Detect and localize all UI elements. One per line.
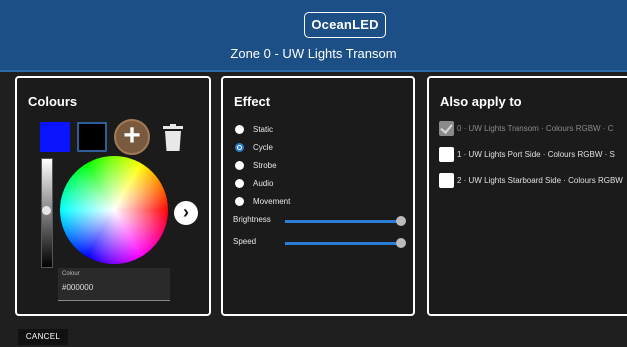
effect-panel: Effect Static Cycle Strobe Audio Movemen… — [221, 76, 415, 316]
speed-slider-row: Speed — [233, 237, 409, 249]
brightness-slider[interactable] — [285, 220, 401, 223]
brightness-slider-row: Brightness — [233, 215, 409, 227]
effect-option-label: Movement — [253, 196, 291, 206]
apply-item-1[interactable]: 1 · UW Lights Port Side · Colours RGBW ·… — [439, 146, 615, 162]
plus-icon: + — [123, 119, 141, 152]
speed-slider[interactable] — [285, 242, 401, 245]
also-apply-title: Also apply to — [440, 94, 522, 109]
swatch-black-selected[interactable] — [77, 122, 107, 152]
effect-option-strobe[interactable]: Strobe — [235, 158, 277, 172]
checkbox[interactable] — [439, 146, 454, 162]
brightness-label: Brightness — [233, 215, 271, 224]
apply-item-2[interactable]: 2 · UW Lights Starboard Side · Colours R… — [439, 172, 623, 188]
speed-label: Speed — [233, 237, 257, 246]
effect-option-movement[interactable]: Movement — [235, 194, 290, 208]
checkbox[interactable] — [439, 172, 454, 188]
add-colour-button[interactable]: + — [114, 119, 150, 155]
apply-item-0: 0 · UW Lights Transom · Colours RGBW · C — [439, 120, 613, 136]
colours-panel: Colours + › Colour #000000 — [15, 76, 211, 316]
effect-option-audio[interactable]: Audio — [235, 176, 273, 190]
cancel-button[interactable]: CANCEL — [18, 329, 68, 345]
effect-option-label: Audio — [253, 178, 274, 188]
apply-item-label: 1 · UW Lights Port Side · Colours RGBW ·… — [457, 149, 615, 159]
brightness-slider-knob[interactable] — [396, 216, 406, 226]
radio-button[interactable] — [235, 124, 244, 134]
effect-option-label: Cycle — [253, 142, 274, 152]
colour-hex-field[interactable]: Colour #000000 — [58, 268, 170, 301]
checkbox-checked-disabled — [439, 120, 454, 136]
trash-icon[interactable] — [162, 124, 184, 152]
colour-field-label: Colour — [62, 271, 80, 277]
zone-title: Zone 0 - UW Lights Transom — [230, 46, 397, 61]
header-bar: OceanLED Zone 0 - UW Lights Transom — [0, 0, 627, 72]
radio-button[interactable] — [235, 178, 244, 188]
apply-item-label: 2 · UW Lights Starboard Side · Colours R… — [457, 175, 623, 185]
colour-field-value[interactable]: #000000 — [62, 283, 93, 292]
speed-slider-knob[interactable] — [396, 238, 406, 248]
radio-button[interactable] — [235, 196, 244, 206]
colour-wheel[interactable] — [60, 156, 168, 264]
effect-option-cycle[interactable]: Cycle — [235, 140, 273, 154]
effect-option-label: Strobe — [253, 160, 277, 170]
effect-option-label: Static — [253, 124, 274, 134]
oceanled-logo: OceanLED — [304, 12, 386, 38]
vertical-slider-knob[interactable] — [42, 206, 51, 215]
effect-title: Effect — [234, 94, 271, 109]
radio-button-selected[interactable] — [235, 142, 244, 152]
also-apply-panel: Also apply to 0 · UW Lights Transom · Co… — [427, 76, 627, 316]
chevron-right-icon[interactable]: › — [174, 201, 198, 225]
radio-button[interactable] — [235, 160, 244, 170]
swatch-blue[interactable] — [40, 122, 70, 152]
colours-title: Colours — [28, 94, 78, 109]
apply-item-label: 0 · UW Lights Transom · Colours RGBW · C — [457, 123, 614, 133]
effect-option-static[interactable]: Static — [235, 122, 273, 136]
